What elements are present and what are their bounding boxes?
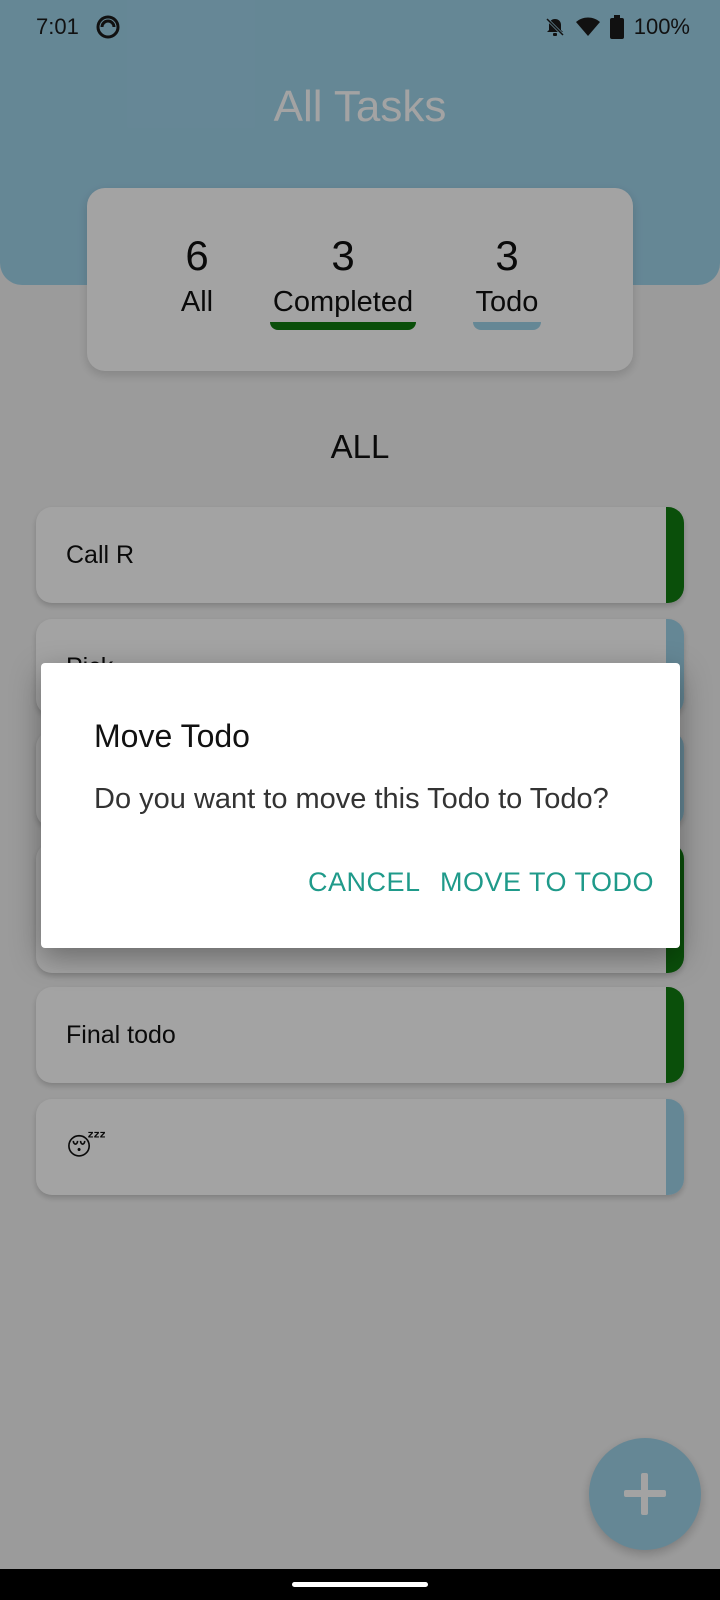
home-handle[interactable] xyxy=(292,1582,428,1587)
dialog-title: Move Todo xyxy=(94,718,250,754)
navigation-bar xyxy=(0,1569,720,1600)
cancel-button[interactable]: CANCEL xyxy=(308,867,421,898)
dialog-message: Do you want to move this Todo to Todo? xyxy=(94,783,609,815)
move-todo-dialog: Move Todo Do you want to move this Todo … xyxy=(41,663,680,948)
move-to-todo-button[interactable]: MOVE TO TODO xyxy=(440,867,654,898)
